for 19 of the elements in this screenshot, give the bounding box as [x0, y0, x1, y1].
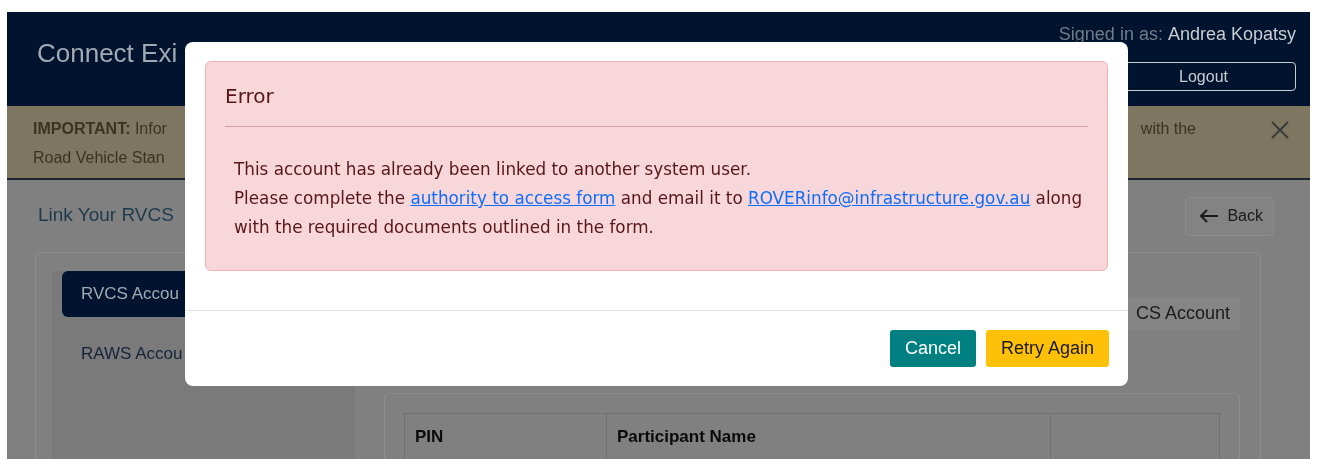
- account-tab[interactable]: RAWS Accou: [62, 331, 222, 377]
- close-icon[interactable]: [1270, 120, 1290, 141]
- signed-in-label: Signed in as:: [1058, 24, 1163, 44]
- arrow-left-icon: [1199, 208, 1220, 224]
- user-name: Andrea Kopatsy: [1167, 24, 1296, 44]
- notice-text: IMPORTANT: Infor: [33, 120, 168, 139]
- app-title: Connect Exi: [37, 38, 178, 69]
- back-button[interactable]: Back: [1185, 196, 1274, 236]
- email-link[interactable]: ROVERinfo@infrastructure.gov.au: [748, 188, 1031, 208]
- column-header: PIN: [405, 414, 607, 459]
- error-message: This account has already been linked to another system user. Please complete the authority to access form and email it to ROVERinfo@infrastructure.gov.au along with the required documents outlined in the form.: [234, 158, 1084, 239]
- page-heading: Link Your RVCS: [38, 204, 174, 226]
- column-header: Participant Name: [607, 414, 1051, 459]
- cancel-button[interactable]: Cancel: [889, 330, 976, 367]
- form-link[interactable]: authority to access form: [410, 188, 616, 208]
- notice-text: with the: [1140, 120, 1196, 139]
- alert-title: Error: [225, 84, 275, 108]
- retry-button[interactable]: Retry Again: [985, 330, 1109, 367]
- add-account-button[interactable]: CS Account: [1125, 297, 1240, 330]
